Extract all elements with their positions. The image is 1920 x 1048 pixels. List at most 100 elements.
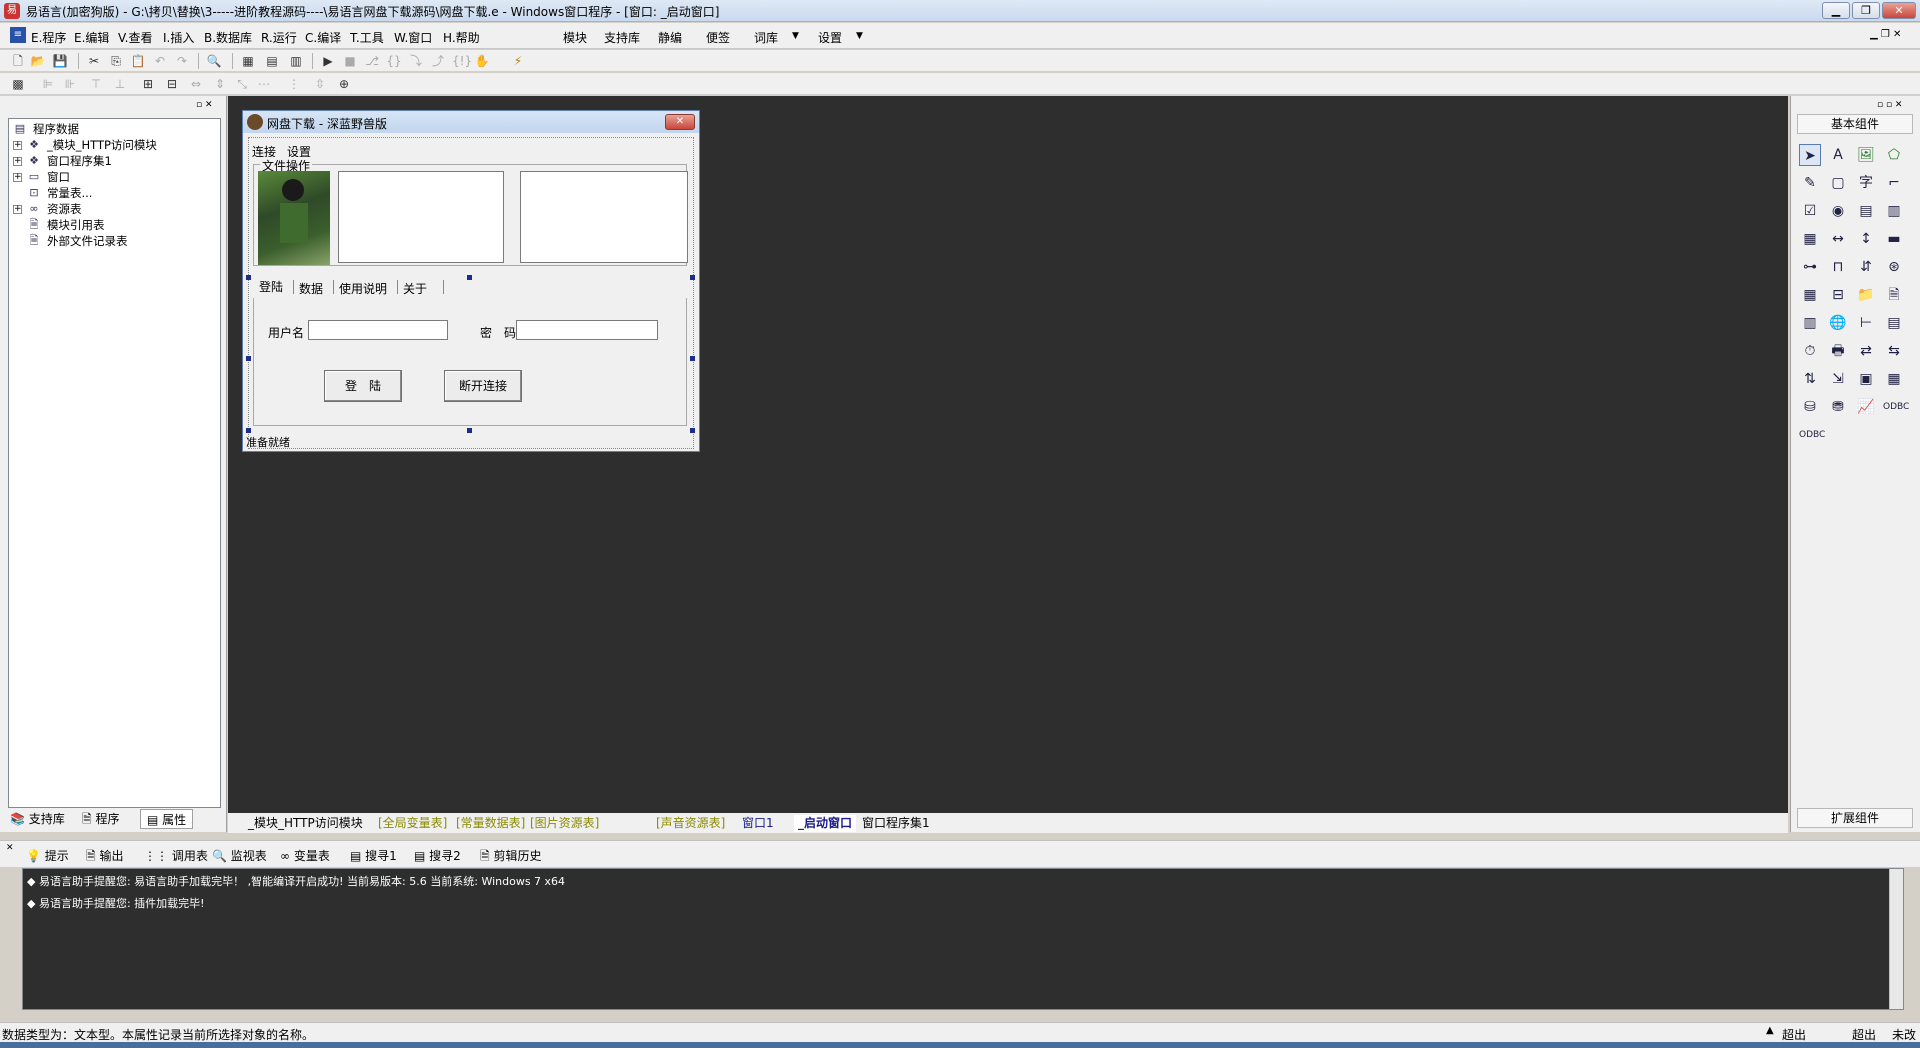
align-icon[interactable]: ⊢ [1855,312,1877,334]
center-v-icon[interactable]: ⊟ [164,76,180,92]
align-left-icon[interactable]: ⊫ [40,76,56,92]
port-icon[interactable]: ⇲ [1827,368,1849,390]
odbc-icon[interactable]: ODBC [1883,396,1909,418]
picture-icon[interactable]: 🖼 [1855,144,1877,166]
network-icon[interactable]: ⇄ [1855,340,1877,362]
selection-handle[interactable] [690,428,695,433]
layout-2-icon[interactable]: ▤ [264,53,280,69]
tab-control-icon[interactable]: ⊓ [1827,256,1849,278]
save-icon[interactable]: 💾 [52,53,68,69]
selection-handle[interactable] [246,428,251,433]
hand-icon[interactable]: ✋ [474,53,490,69]
output-console[interactable]: ◆ 易语言助手提醒您: 易语言助手加载完毕！ ,智能编译开启成功! 当前易版本:… [22,868,1904,1010]
tab-hints[interactable]: 💡 提示 [26,847,69,864]
selection-handle[interactable] [467,275,472,280]
step-over-icon[interactable]: ⤵ [408,53,424,69]
drive-icon[interactable]: ⊟ [1827,284,1849,306]
client-icon[interactable]: ⇅ [1799,368,1821,390]
tab-window-assembly[interactable]: 窗口程序集1 [862,815,930,832]
db-provider-icon[interactable]: ⛁ [1799,396,1821,418]
grid-icon[interactable]: ▩ [10,76,26,92]
step-icon[interactable]: ⎇ [364,53,380,69]
form-close-button[interactable]: ✕ [665,114,695,130]
db-icon[interactable]: ⛃ [1827,396,1849,418]
edit-icon[interactable]: ✎ [1799,172,1821,194]
login-button[interactable]: 登 陆 [324,370,402,402]
line-icon[interactable]: ⌐ [1883,172,1905,194]
printer-icon[interactable]: 🖶 [1827,340,1849,362]
vscroll-icon[interactable]: ↕ [1855,228,1877,250]
undo-icon[interactable]: ↶ [152,53,168,69]
file-icon[interactable]: 🗎 [1883,284,1905,306]
tab-output[interactable]: 🗎 输出 [86,847,124,868]
find-icon[interactable]: 🔍 [206,53,222,69]
expand-icon[interactable]: + [13,173,22,182]
run-icon[interactable]: ▶ [320,53,336,69]
username-input[interactable] [308,320,448,340]
tab-sound-resources[interactable]: [声音资源表] [656,815,725,832]
menu-run[interactable]: R.运行 [261,29,297,46]
toolbar-icon[interactable]: ▤ [1883,312,1905,334]
checkbox-icon[interactable]: ☑ [1799,200,1821,222]
menu-static-compile[interactable]: 静编 [658,29,682,46]
menu-settings[interactable]: 设置 [818,29,842,46]
shape-icon[interactable]: ⬠ [1883,144,1905,166]
output-scrollbar[interactable] [1889,869,1903,1009]
hyperlink-icon[interactable]: 🌐 [1827,312,1849,334]
menu-compile[interactable]: C.编译 [305,29,341,46]
combobox-icon[interactable]: ▥ [1883,200,1905,222]
center-h-icon[interactable]: ⊞ [140,76,156,92]
expand-icon[interactable]: + [13,141,22,150]
color-icon[interactable]: ▥ [1799,312,1821,334]
selection-handle[interactable] [690,275,695,280]
slider-icon[interactable]: ⊶ [1799,256,1821,278]
selection-handle[interactable] [690,356,695,361]
calendar-icon[interactable]: ▦ [1799,284,1821,306]
minimize-button[interactable]: ▁ [1822,2,1850,19]
network2-icon[interactable]: ⇆ [1883,340,1905,362]
table-icon[interactable]: ▦ [1883,368,1905,390]
chart-icon[interactable]: 📈 [1855,396,1877,418]
tab-image-resources[interactable]: [图片资源表] [530,815,599,832]
grid-list-icon[interactable]: ▦ [1799,228,1821,250]
tab-window1[interactable]: 窗口1 [742,815,774,832]
menu-insert[interactable]: I.插入 [163,29,194,46]
align-top-icon[interactable]: ⊤ [88,76,104,92]
menu-notes[interactable]: 便签 [706,29,730,46]
breakpoint-icon[interactable]: {!} [452,53,472,69]
same-width-icon[interactable]: ⇔ [188,76,204,92]
form-window[interactable]: 网盘下载 - 深蓝野兽版 ✕ 连接 设置 文件操作 登陆 数据 使用说明 关于 [242,110,700,452]
step-out-icon[interactable]: ⤴ [430,53,446,69]
expand-icon[interactable]: + [13,205,22,214]
space-h-icon[interactable]: ⋯ [256,76,272,92]
tab-search1[interactable]: ▤ 搜寻1 [350,847,397,864]
maximize-button[interactable]: ❐ [1852,2,1880,19]
align-right-icon[interactable]: ⊪ [62,76,78,92]
selection-handle[interactable] [246,356,251,361]
tab-http-module[interactable]: _模块_HTTP访问模块 [248,815,363,832]
chevron-down-icon[interactable]: ▼ [856,31,863,41]
layout-3-icon[interactable]: ▥ [288,53,304,69]
tab-variables[interactable]: ∞ 变量表 [280,847,330,864]
radio-icon[interactable]: ◉ [1827,200,1849,222]
disconnect-button[interactable]: 断开连接 [444,370,522,402]
tab-search2[interactable]: ▤ 搜寻2 [414,847,461,864]
align-bottom-icon[interactable]: ⊥ [112,76,128,92]
copy-icon[interactable]: ⎘ [108,53,124,69]
redo-icon[interactable]: ↷ [174,53,190,69]
tab-help[interactable]: 使用说明 [339,280,387,297]
tab-call-stack[interactable]: ⋮⋮ 调用表 [144,847,208,864]
stop-icon[interactable]: ■ [342,53,358,69]
file-info-box[interactable] [520,171,688,263]
cut-icon[interactable]: ✂ [86,53,102,69]
basic-components-header[interactable]: 基本组件 [1797,114,1913,134]
anim-icon[interactable]: ⊛ [1883,256,1905,278]
menu-view[interactable]: V.查看 [118,29,152,46]
tab-global-vars[interactable]: [全局变量表] [378,815,447,832]
space-v-icon[interactable]: ⋮ [286,76,302,92]
close-button[interactable]: ✕ [1882,2,1916,19]
step-into-icon[interactable]: {} [386,53,402,69]
pointer-icon[interactable]: ➤ [1799,144,1821,166]
tab-constants[interactable]: [常量数据表] [456,815,525,832]
close-icon[interactable]: ✕ [6,843,14,853]
